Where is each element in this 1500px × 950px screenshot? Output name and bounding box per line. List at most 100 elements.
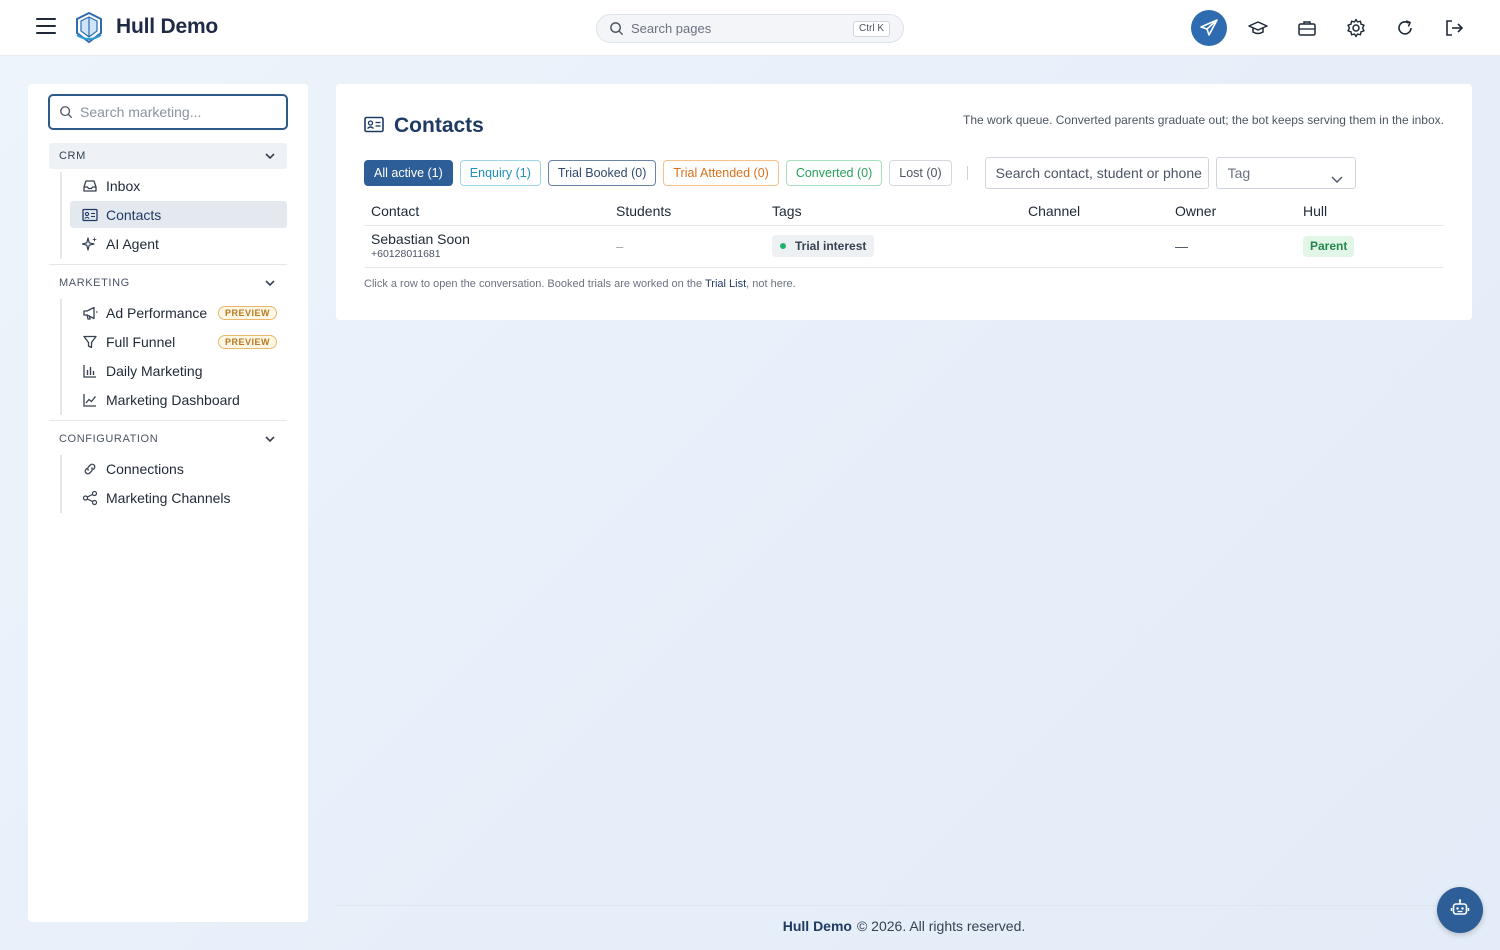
tag-label: Trial interest [795,239,867,253]
filter-trial-booked[interactable]: Trial Booked (0) [547,160,657,186]
megaphone-icon [82,305,98,321]
column-header-hull[interactable]: Hull [1296,197,1444,226]
gear-icon[interactable] [1338,10,1374,46]
preview-badge: PREVIEW [217,335,277,349]
configuration-nav-list: Connections Marketing Channels [60,455,287,513]
column-header-students[interactable]: Students [609,197,765,226]
refresh-icon[interactable] [1387,10,1423,46]
share-icon [82,490,98,506]
brand-name[interactable]: Hull Demo [116,15,218,39]
footer-copyright: © 2026. All rights reserved. [856,918,1026,934]
cell-hull: Parent [1296,225,1444,268]
bar-chart-icon [82,363,98,379]
filter-all-active[interactable]: All active (1) [364,160,453,186]
sidebar-item-ai-agent[interactable]: AI Agent [70,230,287,257]
filter-trial-attended[interactable]: Trial Attended (0) [663,160,779,186]
column-header-channel[interactable]: Channel [1021,197,1168,226]
column-header-contact[interactable]: Contact [364,197,609,226]
logout-icon[interactable] [1436,10,1472,46]
tag-status-dot [780,243,786,249]
cell-owner: — [1168,225,1296,268]
sidebar-item-label: AI Agent [106,235,159,252]
divider [49,420,287,421]
cell-channel [1021,225,1168,268]
filter-separator [966,166,968,180]
table-header-row: Contact Students Tags Channel Owner Hull [364,197,1444,226]
students-value: – [616,239,624,254]
sidebar-item-ad-performance[interactable]: Ad Performance PREVIEW [70,299,287,326]
chevron-down-icon [265,151,275,163]
chatbot-button[interactable] [1437,887,1483,933]
trial-list-link[interactable]: Trial List [705,278,746,290]
send-icon[interactable] [1191,10,1227,46]
sidebar-item-marketing-dashboard[interactable]: Marketing Dashboard [70,386,287,413]
inbox-icon [82,178,98,194]
divider [49,264,287,265]
filter-lost[interactable]: Lost (0) [889,160,952,186]
section-header-configuration[interactable]: CONFIGURATION [49,426,287,452]
hull-logo-icon [74,11,106,45]
sidebar-item-inbox[interactable]: Inbox [70,172,287,199]
robot-icon [1450,898,1470,923]
sidebar-item-marketing-channels[interactable]: Marketing Channels [70,484,287,511]
page-subtitle: The work queue. Converted parents gradua… [963,113,1444,127]
section-label: CONFIGURATION [59,433,159,445]
tag-select[interactable]: Tag [1215,157,1356,189]
sidebar-search-input[interactable] [80,102,280,122]
cell-contact: Sebastian Soon +60128011681 [364,225,609,268]
sidebar-item-connections[interactable]: Connections [70,455,287,482]
briefcase-icon[interactable] [1289,10,1325,46]
graduation-cap-icon[interactable] [1240,10,1276,46]
sidebar-item-full-funnel[interactable]: Full Funnel PREVIEW [70,328,287,355]
sidebar-search-field[interactable] [48,94,288,130]
sidebar-item-label: Ad Performance [106,304,208,321]
sidebar-item-label: Marketing Channels [106,489,231,506]
sidebar-item-daily-marketing[interactable]: Daily Marketing [70,357,287,384]
sidebar: CRM Inbox Contacts AI Agent MARKETING Ad… [28,84,308,922]
sidebar-item-contacts[interactable]: Contacts [70,201,287,228]
contacts-card: Contacts The work queue. Converted paren… [336,84,1472,320]
section-header-marketing[interactable]: MARKETING [49,270,287,296]
sidebar-item-label: Inbox [106,177,141,194]
funnel-icon [82,334,98,350]
chevron-down-icon [1331,170,1343,186]
column-header-owner[interactable]: Owner [1168,197,1296,226]
preview-badge: PREVIEW [217,306,277,320]
sidebar-item-label: Marketing Dashboard [106,391,240,408]
footnote-prefix: Click a row to open the conversation. Bo… [364,278,705,290]
filter-converted[interactable]: Converted (0) [785,160,883,186]
cell-students: – [609,225,765,268]
contact-search-input[interactable]: Search contact, student or phone [984,157,1209,189]
sidebar-item-label: Connections [106,460,184,477]
footnote-suffix: , not here. [746,278,796,290]
table-footnote: Click a row to open the conversation. Bo… [364,278,796,290]
hamburger-menu-icon[interactable] [36,18,56,36]
sidebar-item-label: Full Funnel [106,333,176,350]
footer-divider [336,905,1472,906]
tag-select-value: Tag [1227,165,1251,181]
search-icon [609,21,624,41]
section-label: CRM [59,150,86,162]
column-header-tags[interactable]: Tags [765,197,1021,226]
hull-badge: Parent [1303,235,1355,257]
filter-bar: All active (1) Enquiry (1) Trial Booked … [364,157,1356,189]
footer-brand[interactable]: Hull Demo [783,918,852,934]
section-header-crm[interactable]: CRM [49,143,287,169]
search-pages-input[interactable]: Search pages Ctrl K [596,14,904,43]
sidebar-item-label: Contacts [106,206,162,223]
tag-badge: Trial interest [772,235,875,257]
chevron-down-icon [265,278,275,290]
search-pages-placeholder: Search pages [631,21,712,36]
marketing-nav-list: Ad Performance PREVIEW Full Funnel PREVI… [60,299,287,415]
shortcut-hint: Ctrl K [853,21,890,37]
contacts-table: Contact Students Tags Channel Owner Hull… [364,197,1444,268]
search-icon [59,105,73,124]
sidebar-item-label: Daily Marketing [106,362,203,379]
crm-nav-list: Inbox Contacts AI Agent [60,172,287,259]
contact-card-icon [82,207,98,223]
sparkles-icon [82,236,98,252]
cell-tags: Trial interest [765,225,1021,268]
section-label: MARKETING [59,277,130,289]
filter-enquiry[interactable]: Enquiry (1) [459,160,541,186]
table-row[interactable]: Sebastian Soon +60128011681 – Trial inte… [364,225,1444,268]
